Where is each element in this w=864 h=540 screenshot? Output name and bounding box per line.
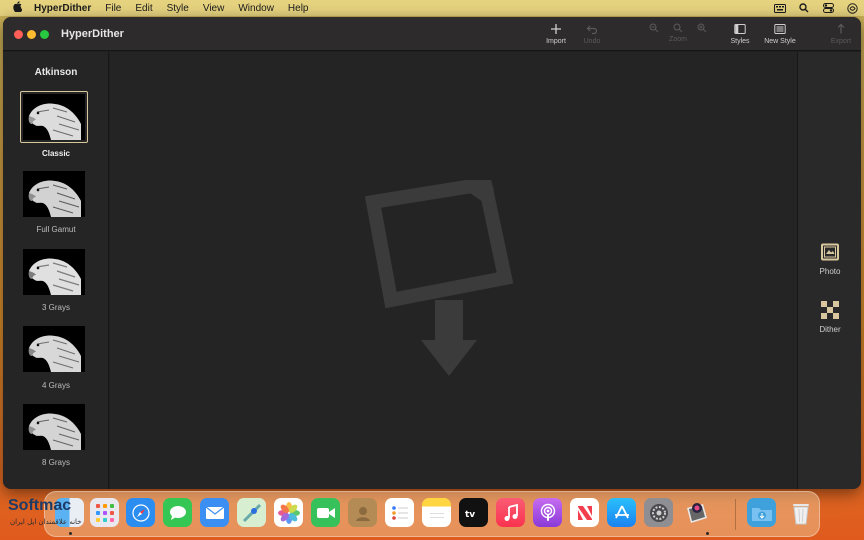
title-bar: HyperDither Import Undo Zoom Styles New … <box>3 17 861 51</box>
siri-icon[interactable] <box>846 2 858 14</box>
apple-menu-icon[interactable] <box>0 1 34 15</box>
dock: tv <box>44 491 820 537</box>
new-style-icon <box>774 24 786 34</box>
safari-icon[interactable] <box>126 498 155 527</box>
fullscreen-window-button[interactable] <box>40 30 49 39</box>
system-preferences-icon[interactable] <box>644 498 673 527</box>
zoom-label: Zoom <box>669 36 687 43</box>
watermark-subtitle: خانه علاقمندان اپل ایران <box>10 518 82 526</box>
dither-checker-icon <box>821 301 839 319</box>
status-icons <box>774 0 858 16</box>
keyboard-icon[interactable] <box>774 3 786 13</box>
image-drop-area[interactable] <box>110 52 797 489</box>
music-icon[interactable] <box>496 498 525 527</box>
notes-icon[interactable] <box>422 498 451 527</box>
export-arrow-icon <box>837 23 845 34</box>
style-label-3-grays: 3 Grays <box>41 303 70 312</box>
menu-window[interactable]: Window <box>238 3 274 14</box>
menu-style[interactable]: Style <box>167 3 189 14</box>
export-button[interactable]: Export <box>816 23 861 45</box>
styles-label: Styles <box>730 38 750 45</box>
import-label: Import <box>546 38 566 45</box>
photo-icon <box>821 243 839 261</box>
maps-icon[interactable] <box>237 498 266 527</box>
reminders-icon[interactable] <box>385 498 414 527</box>
drop-image-placeholder-icon <box>365 180 514 376</box>
eagle-thumbnail <box>23 404 85 450</box>
style-label-full-gamut: Full Gamut <box>36 225 76 234</box>
dither-label: Dither <box>819 325 841 334</box>
app-window: HyperDither Import Undo Zoom Styles New … <box>3 17 861 489</box>
eagle-thumbnail <box>23 94 85 140</box>
facetime-icon[interactable] <box>311 498 340 527</box>
mail-icon[interactable] <box>200 498 229 527</box>
style-label-8-grays: 8 Grays <box>41 458 70 467</box>
podcasts-icon[interactable] <box>533 498 562 527</box>
menu-view[interactable]: View <box>203 3 225 14</box>
style-label-4-grays: 4 Grays <box>41 381 70 390</box>
zoom-controls[interactable]: Zoom <box>648 23 708 43</box>
style-sidebar: Atkinson Classic Full Gamut 3 Grays 4 Gr… <box>3 52 109 489</box>
photo-mode-button[interactable]: Photo <box>798 242 861 276</box>
menu-edit[interactable]: Edit <box>135 3 152 14</box>
sidebar-toggle-icon <box>734 24 746 34</box>
style-label-classic: Classic <box>41 149 71 158</box>
watermark: Softmac خانه علاقمندان اپل ایران <box>2 497 92 533</box>
undo-button[interactable]: Undo <box>567 23 617 45</box>
sidebar-title: Atkinson <box>34 67 78 78</box>
menu-file[interactable]: File <box>105 3 121 14</box>
menu-bar: HyperDither File Edit Style View Window … <box>0 0 864 16</box>
eagle-thumbnail <box>23 171 85 217</box>
photos-icon[interactable] <box>274 498 303 527</box>
watermark-logo: Softmac <box>8 497 72 514</box>
window-title: HyperDither <box>61 28 124 40</box>
plus-icon <box>551 24 561 34</box>
eagle-thumbnail <box>23 249 85 295</box>
running-indicator <box>706 532 709 535</box>
trash-icon[interactable] <box>786 498 815 527</box>
contacts-icon[interactable] <box>348 498 377 527</box>
new-style-label: New Style <box>764 38 796 45</box>
messages-icon[interactable] <box>163 498 192 527</box>
svg-text:tv: tv <box>465 510 475 519</box>
dock-separator <box>735 499 736 530</box>
spotlight-search-icon[interactable] <box>798 3 810 13</box>
launchpad-icon[interactable] <box>90 498 119 527</box>
downloads-folder-icon[interactable] <box>747 498 776 527</box>
apple-tv-icon[interactable]: tv <box>459 498 488 527</box>
dither-mode-button[interactable]: Dither <box>798 300 861 334</box>
menu-app-name[interactable]: HyperDither <box>34 3 91 14</box>
eagle-thumbnail <box>23 326 85 372</box>
zoom-in-icon[interactable] <box>697 23 707 33</box>
close-window-button[interactable] <box>14 30 23 39</box>
control-center-icon[interactable] <box>822 3 834 13</box>
export-label: Export <box>830 38 852 45</box>
undo-arrow-icon <box>586 25 598 35</box>
minimize-window-button[interactable] <box>27 30 36 39</box>
zoom-actual-icon[interactable] <box>673 23 683 33</box>
hyperdither-icon[interactable] <box>681 498 710 527</box>
app-store-icon[interactable] <box>607 498 636 527</box>
undo-label: Undo <box>583 38 601 45</box>
mode-panel: Photo Dither <box>797 52 861 489</box>
zoom-out-icon[interactable] <box>649 23 659 33</box>
photo-label: Photo <box>819 267 841 276</box>
new-style-button[interactable]: New Style <box>755 23 805 45</box>
news-icon[interactable] <box>570 498 599 527</box>
menu-help[interactable]: Help <box>288 3 309 14</box>
